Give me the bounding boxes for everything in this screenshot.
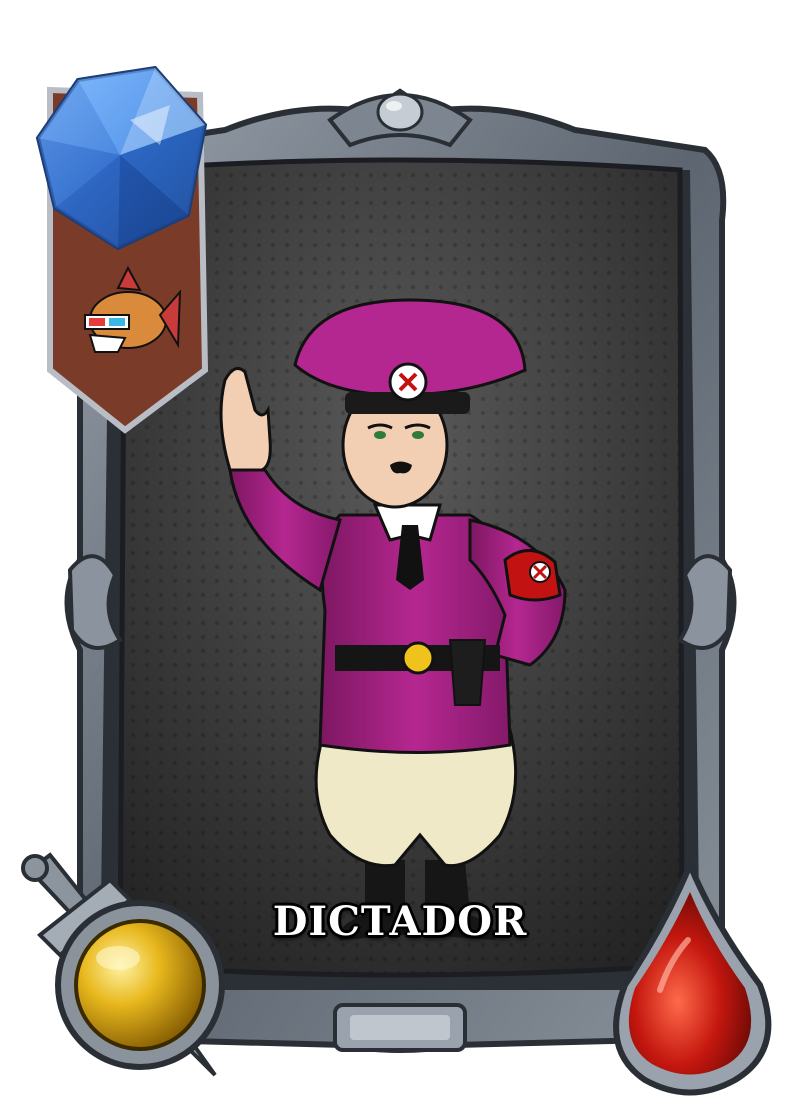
card-name: DICTADOR	[272, 898, 528, 945]
bottom-plaque	[333, 1003, 467, 1052]
game-card[interactable]: DICTADOR	[0, 0, 800, 1105]
